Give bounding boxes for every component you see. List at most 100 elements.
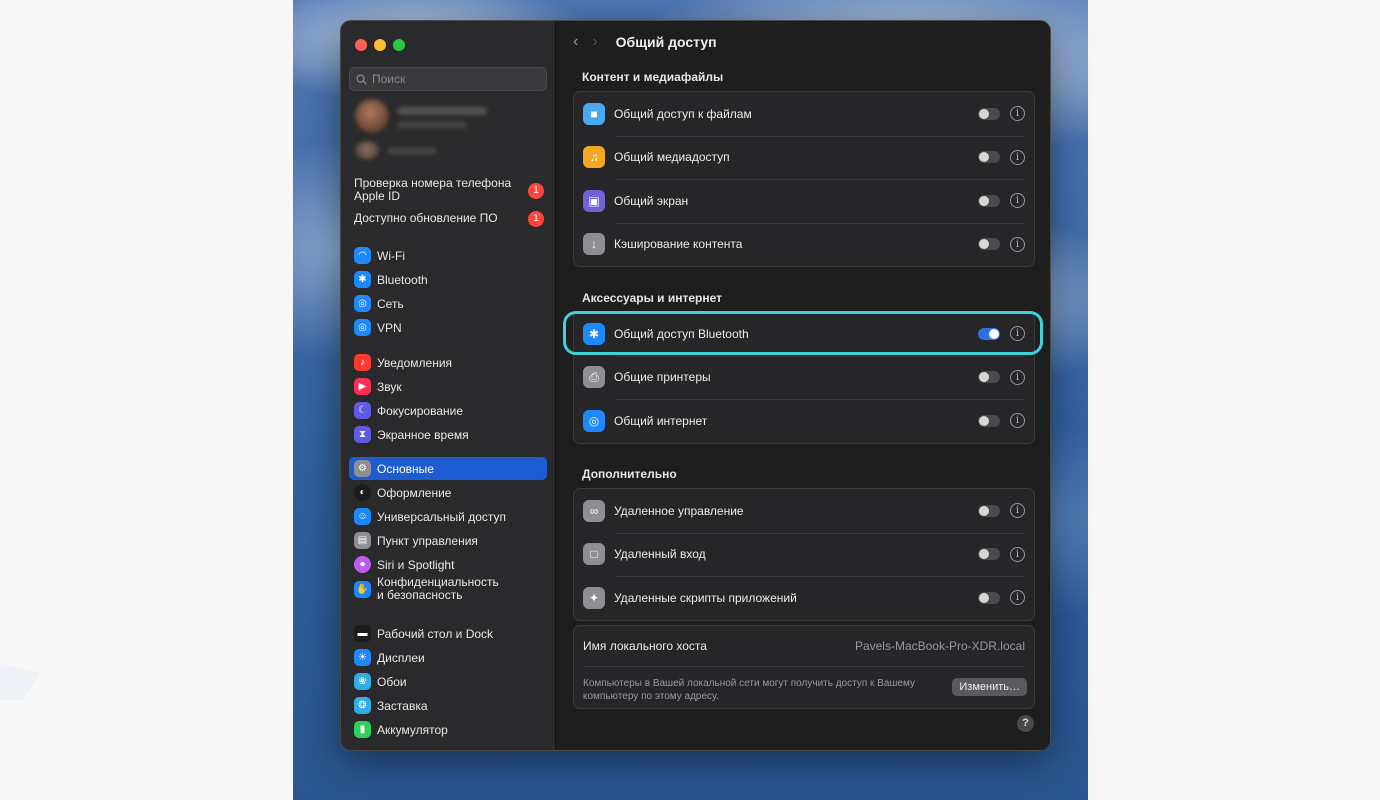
help-button[interactable]: ? <box>1017 715 1034 732</box>
sidebar-item-7[interactable]: ⧗ Экранное время <box>349 423 547 446</box>
globe-icon: ◎ <box>354 295 371 312</box>
speaker-icon: ▶ <box>354 378 371 395</box>
sidebar-item-6[interactable]: ☾ Фокусирование <box>349 399 547 422</box>
section-title-advanced: Дополнительно <box>582 467 677 481</box>
notice-apple-id-phone[interactable]: Проверка номера телефона Apple ID 1 <box>354 177 544 205</box>
local-hostname-group: Имя локального хоста Pavels-MacBook-Pro-… <box>573 625 1035 709</box>
setting-toggle[interactable] <box>978 371 1000 384</box>
family-label-redacted <box>387 147 437 155</box>
search-icon <box>356 73 367 85</box>
setting-toggle[interactable] <box>978 327 1000 340</box>
sidebar-item-15[interactable]: ☀ Дисплеи <box>349 646 547 669</box>
avatar <box>355 99 389 133</box>
profile-subtitle-redacted <box>397 121 467 129</box>
setting-toggle[interactable] <box>978 504 1000 517</box>
sidebar-item-label: Рабочий стол и Dock <box>377 626 494 641</box>
setting-label: Удаленное управление <box>614 503 744 518</box>
info-icon[interactable]: i <box>1010 413 1025 429</box>
setting-label: Удаленный вход <box>614 547 706 562</box>
wallpaper-fragment <box>0 664 40 700</box>
sidebar-item-label: Обои <box>377 674 407 689</box>
screensaver-icon: ❂ <box>354 697 371 714</box>
sidebar-item-10[interactable]: ☺ Универсальный доступ <box>349 505 547 528</box>
zoom-window-button[interactable] <box>393 39 405 51</box>
sidebar-item-label: Звук <box>377 379 402 394</box>
info-icon[interactable]: i <box>1010 546 1025 562</box>
sidebar-item-11[interactable]: ▤ Пункт управления <box>349 529 547 552</box>
bell-icon: ♪ <box>354 354 371 371</box>
setting-row: ∞ Удаленное управление i <box>574 489 1034 533</box>
local-hostname-description: Компьютеры в Вашей локальной сети могут … <box>583 678 915 702</box>
chevron-right-icon[interactable]: › <box>592 33 597 51</box>
control-center-icon: ▤ <box>354 532 371 549</box>
setting-row: □ Удаленный вход i <box>574 532 1034 577</box>
setting-toggle[interactable] <box>978 238 1000 251</box>
setting-toggle[interactable] <box>978 194 1000 207</box>
notice-software-update[interactable]: Доступно обновление ПО 1 <box>354 211 544 228</box>
wifi-icon: ◠ <box>354 247 371 264</box>
sidebar-item-17[interactable]: ❂ Заставка <box>349 694 547 717</box>
info-icon[interactable]: i <box>1010 149 1025 165</box>
edit-hostname-button[interactable]: Изменить… <box>952 678 1027 696</box>
globe-icon: ◎ <box>583 409 605 432</box>
sidebar-item-0[interactable]: ◠ Wi‑Fi <box>349 244 547 267</box>
info-icon[interactable]: i <box>1010 503 1025 519</box>
info-icon[interactable]: i <box>1010 193 1025 209</box>
sidebar-item-label: Сеть <box>377 296 404 311</box>
setting-toggle[interactable] <box>978 107 1000 120</box>
setting-row: ▣ Общий экран i <box>574 179 1034 223</box>
setting-row: ⎙ Общие принтеры i <box>574 355 1034 400</box>
section-title-accessories-internet: Аксессуары и интернет <box>582 291 723 305</box>
info-icon[interactable]: i <box>1010 369 1025 385</box>
gear-icon: ⚙ <box>354 460 371 477</box>
sidebar-item-1[interactable]: ✱ Bluetooth <box>349 268 547 291</box>
accessibility-icon: ☺ <box>354 508 371 525</box>
sidebar-item-16[interactable]: ❀ Обои <box>349 670 547 693</box>
search-field[interactable] <box>349 67 547 91</box>
sidebar-item-8[interactable]: ⚙ Основные <box>349 457 547 480</box>
setting-row: ♫ Общий медиадоступ i <box>574 135 1034 180</box>
profile-name-redacted <box>397 107 487 115</box>
setting-toggle[interactable] <box>978 591 1000 604</box>
sidebar-item-13[interactable]: ✋ Конфиденциальность и безопасность <box>349 574 547 604</box>
sidebar-item-3[interactable]: ◎ VPN <box>349 316 547 339</box>
info-icon[interactable]: i <box>1010 590 1025 606</box>
sidebar-item-5[interactable]: ▶ Звук <box>349 375 547 398</box>
chevron-left-icon[interactable]: ‹ <box>573 33 578 51</box>
setting-toggle[interactable] <box>978 548 1000 561</box>
sidebar-item-12[interactable]: ● Siri и Spotlight <box>349 553 547 576</box>
sidebar: Проверка номера телефона Apple ID 1 Дост… <box>341 21 556 750</box>
sidebar-item-label: Bluetooth <box>377 272 428 287</box>
close-window-button[interactable] <box>355 39 367 51</box>
info-icon[interactable]: i <box>1010 326 1025 342</box>
battery-icon: ▮ <box>354 721 371 738</box>
hourglass-icon: ⧗ <box>354 426 371 443</box>
sidebar-item-14[interactable]: ▬ Рабочий стол и Dock <box>349 622 547 645</box>
setting-toggle[interactable] <box>978 151 1000 164</box>
setting-row: ✦ Удаленные скрипты приложений i <box>574 576 1034 620</box>
setting-label: Удаленные скрипты приложений <box>614 590 797 605</box>
setting-row: ↓ Кэширование контента i <box>574 222 1034 267</box>
sidebar-item-label: Уведомления <box>377 355 453 370</box>
info-icon[interactable]: i <box>1010 106 1025 122</box>
sidebar-item-label: Фокусирование <box>377 403 464 418</box>
wallpaper-icon: ❀ <box>354 673 371 690</box>
toolbar: ‹ › Общий доступ <box>573 33 717 51</box>
setting-label: Общий экран <box>614 193 689 208</box>
apple-id-profile[interactable] <box>353 99 543 165</box>
search-input[interactable] <box>372 72 532 86</box>
sidebar-item-18[interactable]: ▮ Аккумулятор <box>349 718 547 741</box>
info-icon[interactable]: i <box>1010 236 1025 252</box>
minimize-window-button[interactable] <box>374 39 386 51</box>
sidebar-item-label: Siri и Spotlight <box>377 557 455 572</box>
family-avatar <box>355 141 379 159</box>
setting-label: Общий медиадоступ <box>614 150 730 165</box>
vpn-icon: ◎ <box>354 319 371 336</box>
moon-icon: ☾ <box>354 402 371 419</box>
sidebar-item-9[interactable]: ◐ Оформление <box>349 481 547 504</box>
sidebar-item-2[interactable]: ◎ Сеть <box>349 292 547 315</box>
sidebar-item-4[interactable]: ♪ Уведомления <box>349 351 547 374</box>
sidebar-item-label: Основные <box>377 461 434 476</box>
sidebar-item-label: Оформление <box>377 485 452 500</box>
setting-toggle[interactable] <box>978 414 1000 427</box>
